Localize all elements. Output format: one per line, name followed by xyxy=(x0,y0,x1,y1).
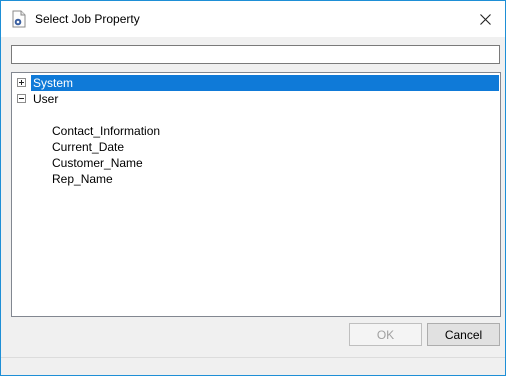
tree-leaf-customer-name[interactable]: Customer_Name xyxy=(52,156,143,170)
dialog-title: Select Job Property xyxy=(35,12,140,26)
document-gear-icon xyxy=(12,10,26,28)
tree-node-system[interactable]: System xyxy=(12,75,500,91)
tree-leaf-rep-name[interactable]: Rep_Name xyxy=(52,172,113,186)
close-icon xyxy=(479,13,491,25)
tree-node-label[interactable]: User xyxy=(33,92,58,106)
close-button[interactable] xyxy=(465,1,505,37)
tree-node-user[interactable]: User xyxy=(12,91,500,107)
select-job-property-dialog: Select Job Property System User Contact_… xyxy=(0,0,506,376)
tree-leaf-current-date[interactable]: Current_Date xyxy=(52,140,124,154)
tree-leaf-contact-information[interactable]: Contact_Information xyxy=(52,124,160,138)
cancel-button[interactable]: Cancel xyxy=(427,323,500,346)
expand-plus-icon[interactable] xyxy=(17,78,26,87)
tree-node-label[interactable]: System xyxy=(33,76,73,90)
footer-divider xyxy=(1,357,505,358)
collapse-minus-icon[interactable] xyxy=(17,94,26,103)
ok-button[interactable]: OK xyxy=(349,323,422,346)
property-tree[interactable]: System User Contact_Information Current_… xyxy=(11,72,501,317)
title-bar[interactable]: Select Job Property xyxy=(1,1,505,37)
selection-highlight xyxy=(31,75,499,91)
search-input[interactable] xyxy=(11,45,500,64)
